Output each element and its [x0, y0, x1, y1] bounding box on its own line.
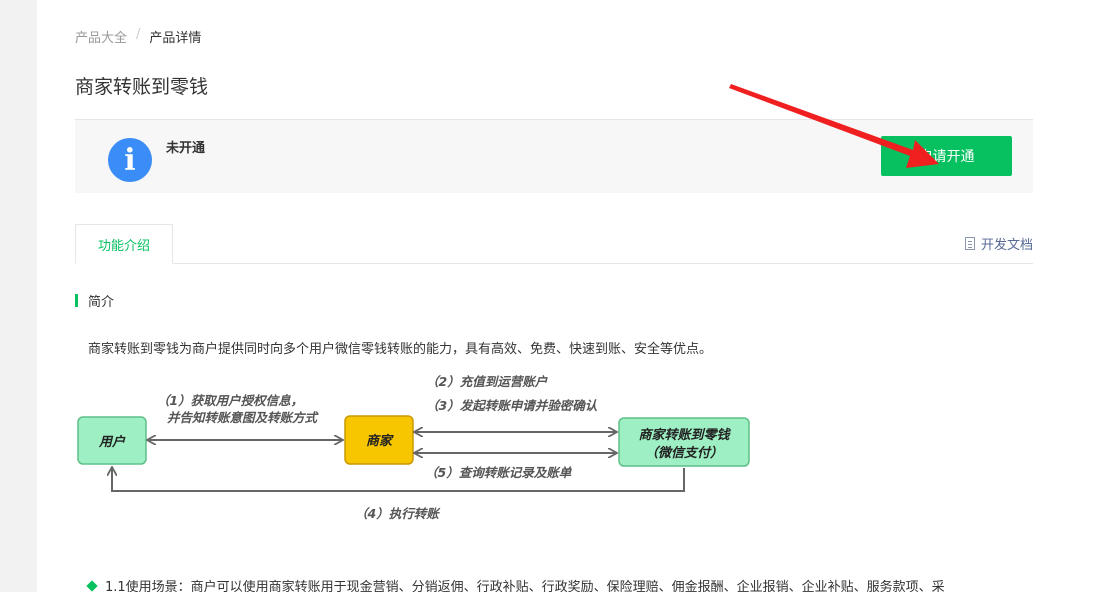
- list-item: 1.1使用场景：商户可以使用商家转账用于现金营销、分销返佣、行政补贴、行政奖励、…: [86, 576, 945, 592]
- annotation-arrow: [729, 84, 939, 168]
- user-label: 用户: [98, 434, 126, 450]
- breadcrumb-parent[interactable]: 产品大全: [75, 27, 127, 46]
- step1-label-line1: （1）获取用户授权信息，: [157, 393, 303, 408]
- bullet-diamond-icon: [86, 579, 98, 592]
- info-icon: i: [108, 138, 152, 182]
- dev-docs-link[interactable]: 开发文档: [964, 234, 1033, 253]
- tab-feature-intro[interactable]: 功能介绍: [75, 224, 173, 264]
- dev-docs-label: 开发文档: [980, 238, 1033, 253]
- breadcrumb-current: 产品详情: [149, 31, 202, 46]
- document-icon: [964, 237, 975, 250]
- breadcrumb: 产品大全 / 产品详情: [75, 27, 201, 46]
- step3-label: （3）发起转账申请并验密确认: [426, 398, 598, 413]
- tab-bar: 功能介绍 开发文档: [75, 224, 1033, 264]
- service-label-line1: 商家转账到零钱: [638, 427, 731, 443]
- step5-label: （5）查询转账记录及账单: [425, 465, 573, 480]
- section-heading-label: 简介: [88, 295, 115, 310]
- section-heading: 简介: [75, 291, 114, 310]
- page-title: 商家转账到零钱: [75, 76, 209, 98]
- usage-scenario-text: 1.1使用场景：商户可以使用商家转账用于现金营销、分销返佣、行政补贴、行政奖励、…: [105, 580, 945, 592]
- intro-text: 商家转账到零钱为商户提供同时向多个用户微信零钱转账的能力，具有高效、免费、快速到…: [88, 342, 713, 357]
- step2-label: （2）充值到运营账户: [426, 374, 549, 389]
- breadcrumb-separator: /: [136, 27, 141, 42]
- section-heading-bar: [75, 294, 78, 307]
- merchant-label: 商家: [366, 433, 394, 449]
- service-label-line2: （微信支付）: [645, 445, 723, 461]
- status-text: 未开通: [166, 141, 206, 156]
- left-gutter: [0, 0, 37, 592]
- step4-label: （4）执行转账: [355, 506, 441, 521]
- step1-label-line2: 并告知转账意图及转账方式: [167, 410, 320, 425]
- flow-diagram: 用户 商家 商家转账到零钱 （微信支付） （1）获取用户授权信息， 并告知转账意…: [77, 374, 750, 521]
- arrow-execute-transfer: [112, 468, 685, 492]
- annotation-arrow-shape: [729, 84, 939, 168]
